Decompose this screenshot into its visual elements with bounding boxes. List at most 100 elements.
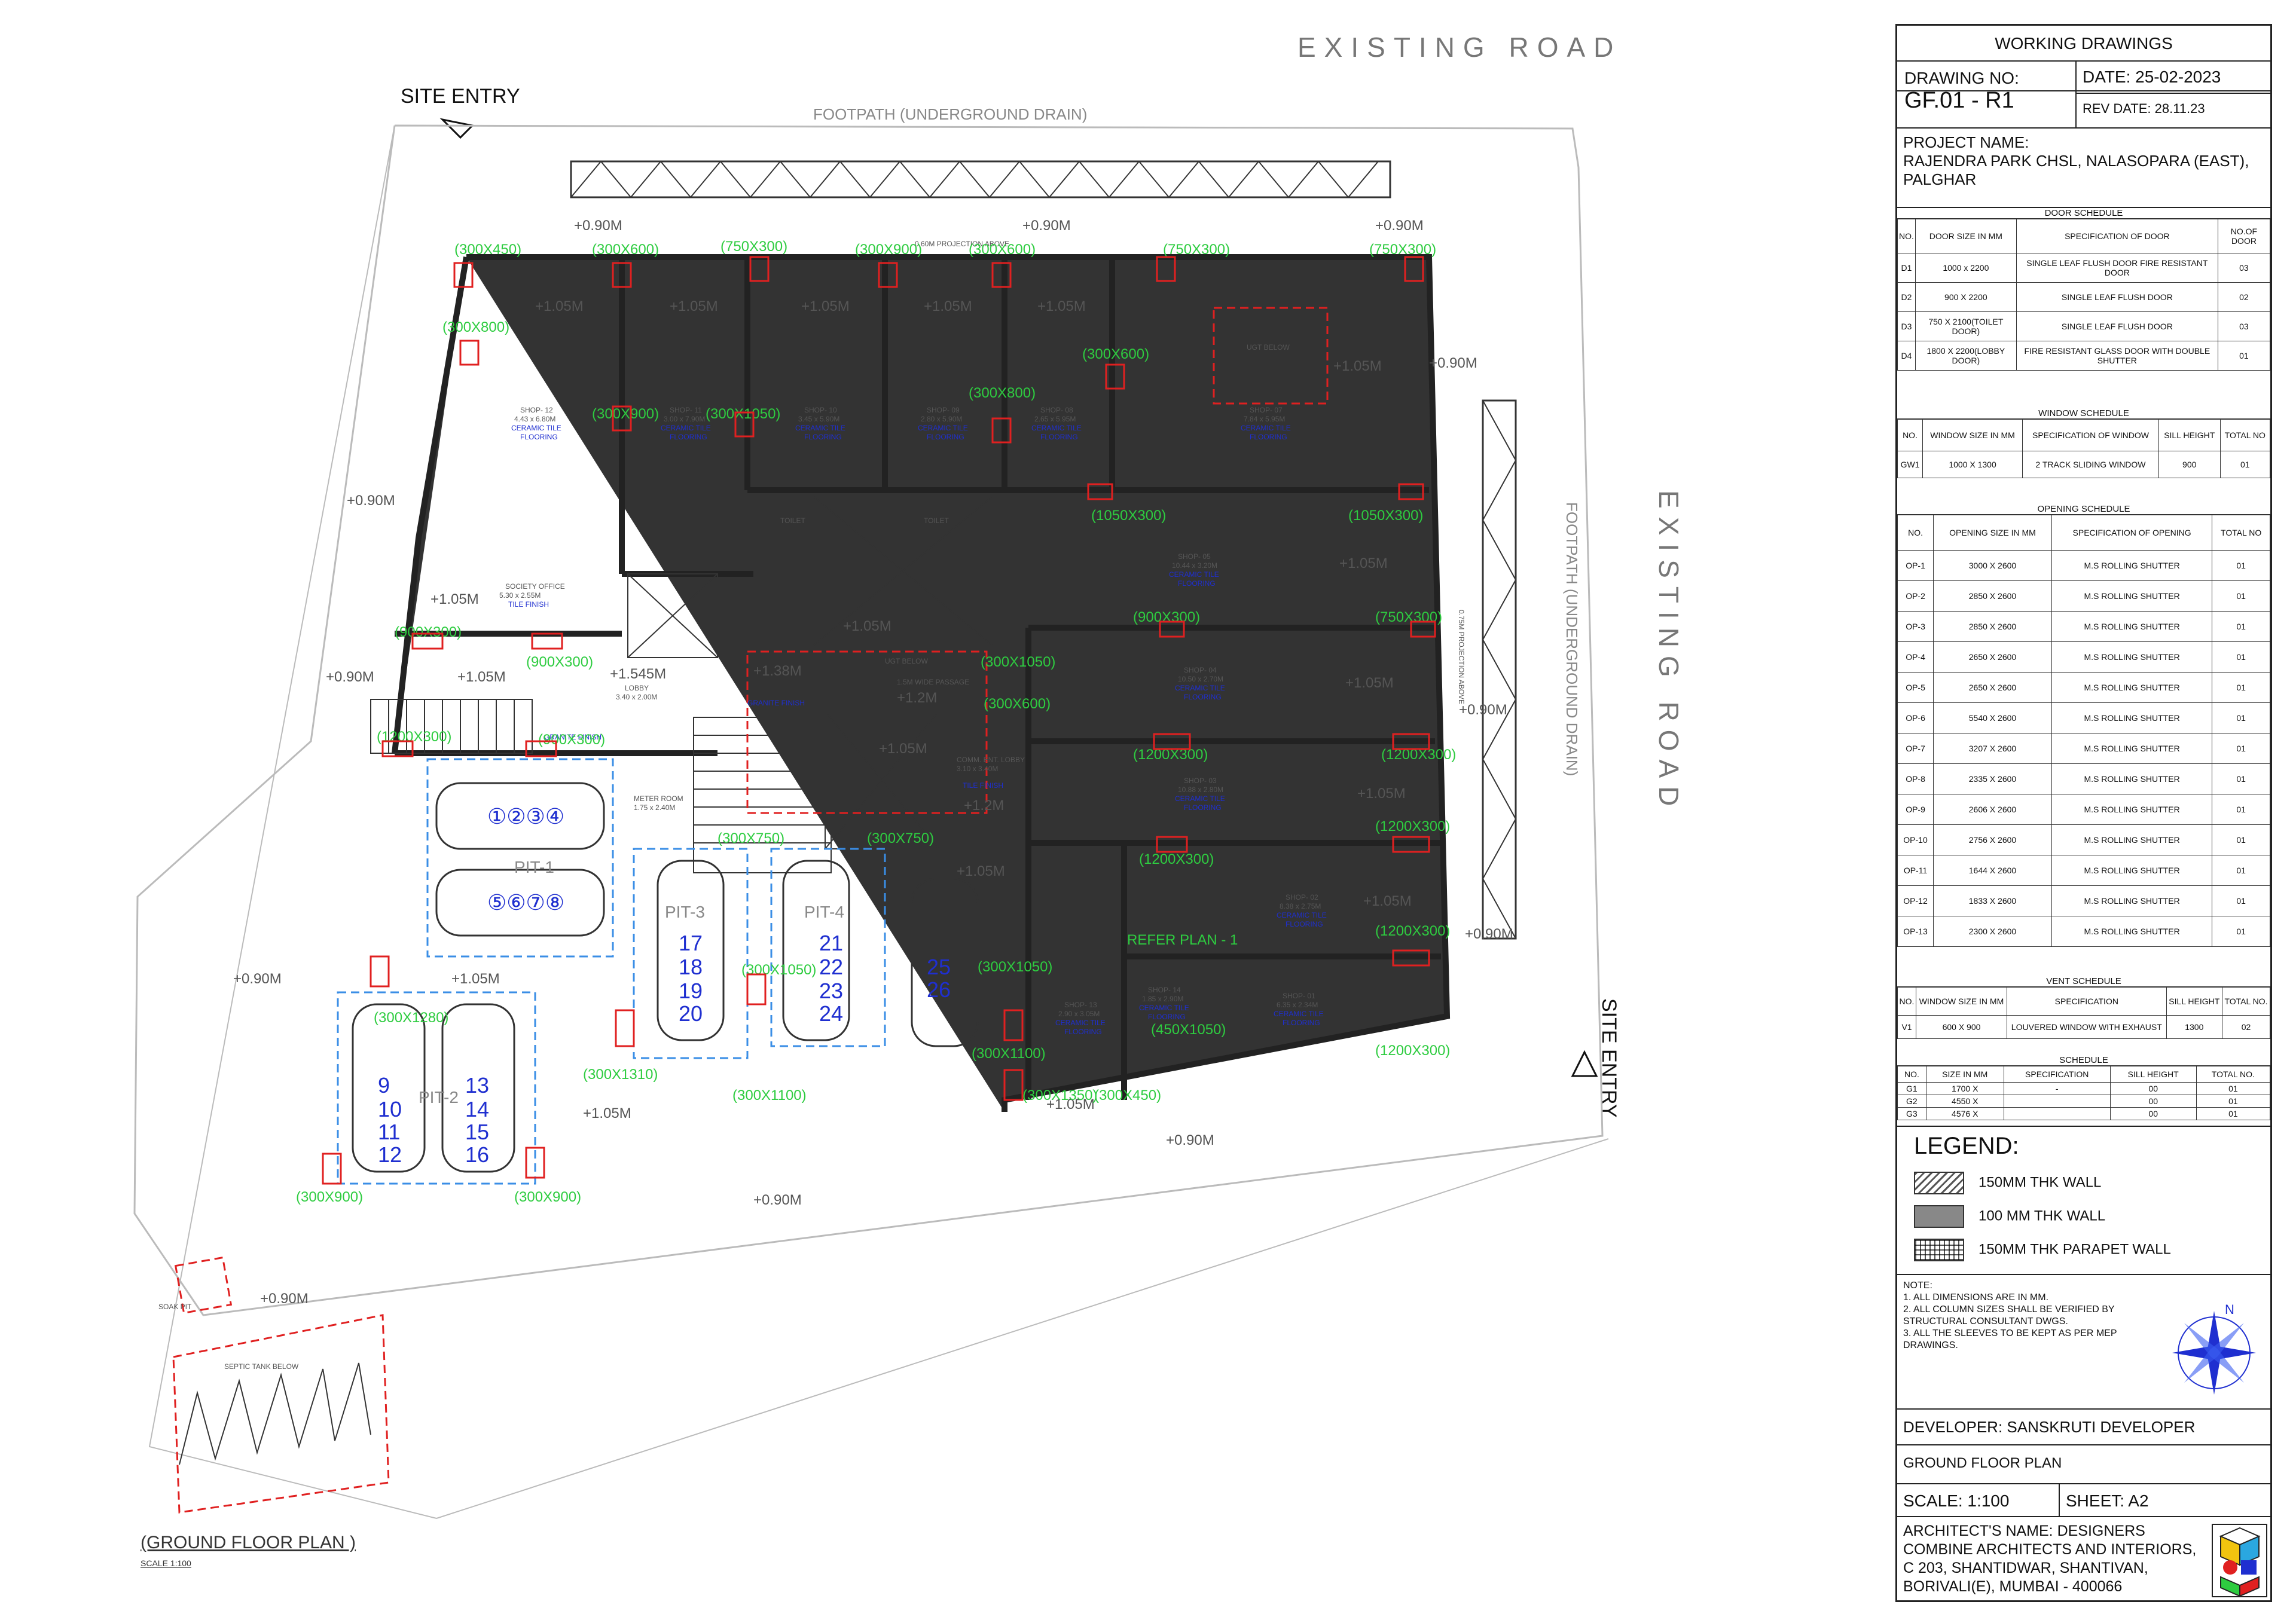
svg-text:UGT BELOW: UGT BELOW: [885, 657, 928, 665]
schedule-cell: 01: [2212, 702, 2270, 733]
opening-tag: (300X600): [969, 242, 1036, 258]
svg-text:SHOP- 07: SHOP- 07: [1250, 406, 1283, 414]
septic-tank-hatch: [179, 1362, 371, 1465]
schedule-cell: OP-13: [1897, 916, 1934, 947]
opening-tag: (750X300): [1375, 609, 1442, 625]
schedule-cell: OP-4: [1897, 641, 1934, 673]
svg-text:4.43 x 6.80M: 4.43 x 6.80M: [514, 415, 555, 423]
svg-text:FLOORING: FLOORING: [1064, 1028, 1102, 1036]
opening-tag: (900X300): [526, 654, 593, 670]
schedule-cell: 01: [2217, 341, 2271, 371]
svg-text:2.65 x 5.95M: 2.65 x 5.95M: [1034, 415, 1076, 423]
vent-schedule-title: VENT SCHEDULE: [1897, 976, 2270, 987]
svg-text:⑤⑥⑦⑧: ⑤⑥⑦⑧: [487, 890, 564, 915]
schedule-cell: FIRE RESISTANT GLASS DOOR WITH DOUBLE SH…: [2016, 341, 2218, 371]
opening-tag: (300X800): [969, 385, 1036, 401]
schedule-cell: 750 X 2100(TOILET DOOR): [1915, 311, 2017, 341]
schedule-cell: SINGLE LEAF FLUSH DOOR: [2016, 311, 2218, 341]
svg-text:TILE FINISH: TILE FINISH: [508, 600, 549, 609]
opening-tag: (300X900): [296, 1189, 363, 1205]
opening-tag: (300X900): [592, 406, 659, 422]
door-schedule-table: NO. DOOR SIZE IN MM SPECIFICATION OF DOOR N…: [1897, 219, 2271, 371]
schedule-cell: 00: [2109, 1107, 2197, 1120]
svg-text:FLOORING: FLOORING: [1184, 693, 1222, 701]
schedule-cell: 01: [2212, 916, 2270, 947]
svg-text:TOILET: TOILET: [924, 516, 949, 525]
svg-text:2.90 x 3.05M: 2.90 x 3.05M: [1058, 1010, 1100, 1018]
window-schedule-title: WINDOW SCHEDULE: [1897, 408, 2270, 419]
svg-text:1.85 x 2.90M: 1.85 x 2.90M: [1142, 995, 1183, 1003]
entry-arrow-right: [1571, 1050, 1598, 1077]
svg-text:CERAMIC TILE: CERAMIC TILE: [661, 424, 711, 432]
window-schedule: WINDOW SCHEDULE NO. WINDOW SIZE IN MM SPEC…: [1897, 408, 2271, 478]
svg-text:3.45 x 5.90M: 3.45 x 5.90M: [798, 415, 839, 423]
schedule-cell: M.S ROLLING SHUTTER: [2051, 672, 2213, 703]
svg-text:5.30 x 2.55M: 5.30 x 2.55M: [499, 591, 541, 600]
schedule-row: G1 1700 X -00 01: [1897, 1082, 2271, 1095]
opening-schedule-table: NO. OPENING SIZE IN MM SPECIFICATION OF OP…: [1897, 515, 2270, 947]
svg-text:+1.05M: +1.05M: [583, 1105, 631, 1121]
schedule-cell: 1300: [2166, 1015, 2223, 1039]
opening-tag: (300X600): [592, 242, 659, 258]
svg-text:8.38 x 2.75M: 8.38 x 2.75M: [1280, 902, 1321, 910]
legend-swatch-hatch: [1914, 1172, 1964, 1194]
opening-tag: (300X1100): [732, 1087, 807, 1104]
schedule-header: SILL HEIGHT: [2109, 1066, 2197, 1083]
road-label-right: EXISTING ROAD: [1653, 490, 1684, 814]
svg-text:FLOORING: FLOORING: [1148, 1013, 1186, 1021]
schedule-header: DOOR SIZE IN MM: [1915, 219, 2017, 253]
schedule-cell: 2650 X 2600: [1933, 672, 2052, 703]
notes-row: NOTE: 1. ALL DIMENSIONS ARE IN MM. 2. AL…: [1897, 1275, 2270, 1410]
opening-tag: (900X300): [538, 732, 605, 748]
schedule-cell: 2606 X 2600: [1933, 794, 2052, 825]
opening-tag: (300X450): [1094, 1087, 1161, 1104]
schedule-header: OPENING SIZE IN MM: [1933, 515, 2052, 551]
schedule-cell: M.S ROLLING SHUTTER: [2051, 733, 2213, 764]
schedule-cell: 1833 X 2600: [1933, 885, 2052, 916]
svg-text:24: 24: [819, 1001, 843, 1026]
svg-text:13: 13: [465, 1073, 489, 1098]
schedule-header: TOTAL NO: [2219, 419, 2271, 451]
svg-text:+0.90M: +0.90M: [326, 669, 374, 685]
svg-text:+0.90M: +0.90M: [1459, 702, 1507, 718]
schedule-cell: 600 X 900: [1916, 1015, 2007, 1039]
schedule-header: WINDOW SIZE IN MM: [1916, 987, 2007, 1016]
schedule-cell: OP-7: [1897, 733, 1934, 764]
svg-text:+1.05M: +1.05M: [451, 971, 500, 987]
schedule-header: NO.: [1897, 515, 1934, 551]
svg-text:CERAMIC TILE: CERAMIC TILE: [1175, 794, 1225, 803]
sheet-title: GROUND FLOOR PLAN: [1903, 1455, 2062, 1471]
svg-text:FLOORING: FLOORING: [670, 433, 707, 441]
schedule-cell: OP-5: [1897, 672, 1934, 703]
opening-tag: (300X800): [442, 319, 509, 335]
opening-tag: (750X300): [720, 239, 787, 255]
svg-text:25: 25: [927, 955, 951, 979]
svg-text:+1.05M: +1.05M: [1037, 298, 1086, 314]
schedule-row: V1 600 X 900 LOUVERED WINDOW WITH EXHAUST 1…: [1897, 1015, 2270, 1039]
svg-text:SHOP- 13: SHOP- 13: [1064, 1001, 1097, 1009]
opening-schedule: OPENING SCHEDULE NO. OPENING SIZE IN MM SP…: [1897, 504, 2270, 947]
opening-tag: (750X300): [1163, 242, 1230, 258]
svg-text:10: 10: [378, 1097, 402, 1121]
schedule-cell: OP-12: [1897, 885, 1934, 916]
schedule-row: G3 4576 X 00 01: [1897, 1107, 2271, 1120]
schedule-cell: 01: [2212, 611, 2270, 642]
schedule-cell: 02: [2217, 282, 2271, 312]
svg-text:SHOP- 11: SHOP- 11: [670, 406, 702, 414]
schedule-cell: 03: [2217, 253, 2271, 283]
opening-tag: (1200X300): [1375, 923, 1450, 939]
schedule-cell: 2 TRACK SLIDING WINDOW: [2022, 451, 2159, 478]
schedule-cell: M.S ROLLING SHUTTER: [2051, 885, 2213, 916]
opening-schedule-title: OPENING SCHEDULE: [1897, 504, 2270, 515]
drawing-no-row: DRAWING NO: GF.01 - R1 DATE: 25-02-2023 …: [1897, 26, 2270, 127]
opening-tag: (300X750): [867, 830, 934, 846]
schedule-row: OP-10 2756 X 2600 M.S ROLLING SHUTTER 01: [1897, 824, 2270, 855]
schedule-cell: G3: [1897, 1107, 1926, 1120]
svg-text:+0.90M: +0.90M: [1429, 355, 1477, 371]
svg-text:SOCIETY OFFICE: SOCIETY OFFICE: [505, 582, 565, 591]
footpath-label-right: FOOTPATH (UNDERGROUND DRAIN): [1563, 502, 1581, 776]
opening-tag: (300X1050): [706, 406, 780, 422]
svg-text:SHOP- 05: SHOP- 05: [1178, 552, 1211, 561]
schedule-cell: 01: [2212, 824, 2270, 855]
svg-text:+1.05M: +1.05M: [1363, 893, 1412, 909]
